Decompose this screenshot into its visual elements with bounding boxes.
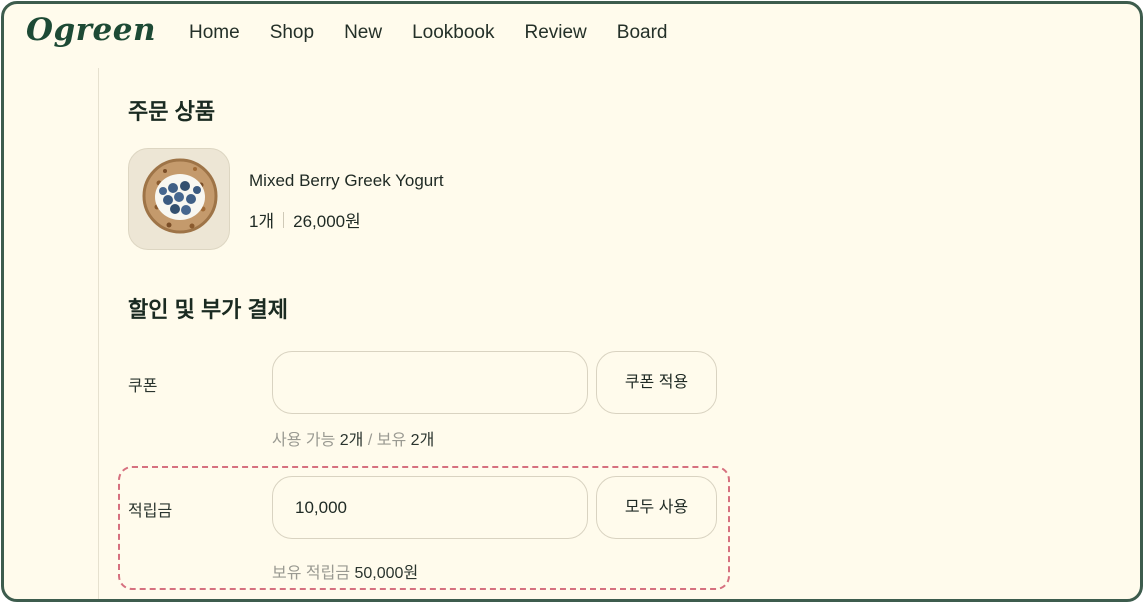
product-meta: 1개 26,000원 <box>249 207 361 232</box>
nav-item-home[interactable]: Home <box>189 22 240 44</box>
points-highlight-outline <box>118 466 730 590</box>
coupon-available-count: 2개 <box>339 432 364 449</box>
coupon-owned-count: 2개 <box>410 432 435 449</box>
nav-item-review[interactable]: Review <box>524 22 586 44</box>
coupon-hint-separator: / <box>367 432 373 449</box>
content-divider <box>98 68 99 599</box>
meta-divider <box>283 211 285 228</box>
nav-item-shop[interactable]: Shop <box>270 22 314 44</box>
product-quantity: 1개 <box>249 212 275 231</box>
coupon-owned-label: 보유 <box>376 432 407 449</box>
product-thumbnail <box>128 148 230 250</box>
main-nav: Home Shop New Lookbook Review Board <box>189 22 698 44</box>
discount-section-title: 할인 및 부가 결제 <box>128 297 289 322</box>
nav-item-new[interactable]: New <box>344 22 382 44</box>
coupon-available-label: 사용 가능 <box>272 432 336 449</box>
coupon-hint: 사용 가능 2개 / 보유 2개 <box>272 426 434 450</box>
apply-coupon-button[interactable]: 쿠폰 적용 <box>596 351 717 414</box>
nav-item-board[interactable]: Board <box>617 22 668 44</box>
order-section-title: 주문 상품 <box>128 99 216 124</box>
coupon-label: 쿠폰 <box>128 378 158 395</box>
product-price: 26,000원 <box>293 212 361 231</box>
app-window: Ogreen Home Shop New Lookbook Review Boa… <box>1 1 1143 602</box>
nav-item-lookbook[interactable]: Lookbook <box>412 22 494 44</box>
yogurt-bowl-image <box>142 158 218 234</box>
coupon-input[interactable] <box>272 351 588 414</box>
brand-logo[interactable]: Ogreen <box>26 12 156 48</box>
site-header: Ogreen Home Shop New Lookbook Review Boa… <box>4 4 1140 68</box>
order-product-item: Mixed Berry Greek Yogurt 1개 26,000원 <box>128 148 628 250</box>
product-name: Mixed Berry Greek Yogurt <box>249 171 444 190</box>
